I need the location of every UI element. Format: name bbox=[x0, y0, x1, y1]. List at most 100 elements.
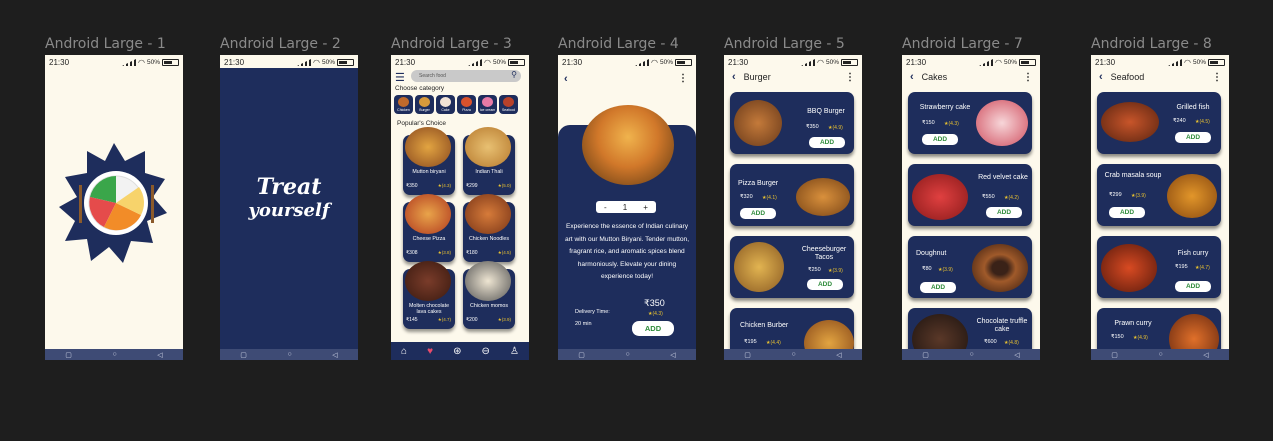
home-icon[interactable]: ○ bbox=[969, 351, 973, 358]
add-button[interactable]: ADD bbox=[807, 279, 843, 290]
offers-tab-icon[interactable]: ⊛ bbox=[453, 346, 461, 357]
home-icon[interactable]: ○ bbox=[1158, 351, 1162, 358]
add-button[interactable]: ADD bbox=[1109, 207, 1145, 218]
category-label: Seafood bbox=[501, 108, 516, 112]
food-image bbox=[734, 100, 782, 146]
back-arrow-icon[interactable]: ‹ bbox=[910, 71, 914, 83]
treat-yourself-logo: Treat yourself bbox=[220, 175, 358, 223]
add-button[interactable]: ADD bbox=[740, 208, 776, 219]
category-chicken[interactable]: Chicken bbox=[394, 95, 413, 114]
more-options-icon[interactable]: ⋮ bbox=[1023, 72, 1033, 83]
cart-tab-icon[interactable]: ⊖ bbox=[482, 346, 490, 357]
food-image bbox=[796, 178, 850, 216]
item-card-cheese-pizza[interactable]: Cheese Pizza ₹308 ★(3.8) bbox=[403, 194, 455, 262]
add-to-cart-button[interactable]: ADD bbox=[632, 321, 674, 336]
favorites-tab-icon[interactable]: ♥ bbox=[427, 346, 433, 357]
category-burger[interactable]: Burger bbox=[415, 95, 434, 114]
add-button[interactable]: ADD bbox=[922, 134, 958, 145]
recents-icon[interactable]: ▢ bbox=[578, 351, 585, 359]
back-icon[interactable]: ◁ bbox=[836, 351, 841, 359]
item-price: ₹350 bbox=[644, 298, 665, 308]
battery-percent: 50% bbox=[659, 59, 673, 66]
item-card-crab-masala-soup[interactable]: Crab masala soup ₹299 ★(3.9) ADD bbox=[1097, 164, 1221, 226]
item-card-strawberry-cake[interactable]: Strawberry cake ₹150 ★(4.3) ADD bbox=[908, 92, 1032, 154]
category-label: Ice cream bbox=[479, 108, 496, 112]
home-icon[interactable]: ○ bbox=[791, 351, 795, 358]
recents-icon[interactable]: ▢ bbox=[744, 351, 751, 359]
item-card-cheeseburger-tacos[interactable]: Cheeseburger Tacos ₹250 ★(3.9) ADD bbox=[730, 236, 854, 298]
home-icon[interactable]: ○ bbox=[112, 351, 116, 358]
item-rating: ★(4.4) bbox=[766, 340, 781, 346]
back-icon[interactable]: ◁ bbox=[157, 351, 162, 359]
wifi-icon: ◠ bbox=[484, 58, 491, 67]
more-options-icon[interactable]: ⋮ bbox=[678, 73, 688, 84]
biryani-image bbox=[582, 105, 674, 185]
search-icon[interactable]: ⚲ bbox=[511, 70, 517, 79]
item-card-bbq-burger[interactable]: BBQ Burger ₹350 ★(4.9) ADD bbox=[730, 92, 854, 154]
item-rating: ★(4.7) bbox=[437, 317, 451, 322]
item-card-grilled-fish[interactable]: Grilled fish ₹240 ★(4.5) ADD bbox=[1097, 92, 1221, 154]
qty-plus-button[interactable]: + bbox=[643, 203, 648, 212]
status-time: 21:30 bbox=[906, 58, 927, 67]
item-rating: ★(4.9) bbox=[1133, 335, 1148, 341]
quantity-stepper[interactable]: - 1 + bbox=[596, 201, 656, 213]
item-card-fish-curry[interactable]: Fish curry ₹195 ★(4.7) ADD bbox=[1097, 236, 1221, 298]
item-card-chicken-momos[interactable]: Chicken momos ₹200 ★(3.9) bbox=[463, 261, 515, 329]
signal-icon bbox=[979, 59, 993, 66]
add-button[interactable]: ADD bbox=[920, 282, 956, 293]
page-title: Seafood bbox=[1110, 72, 1145, 82]
battery-percent: 50% bbox=[146, 59, 160, 66]
more-options-icon[interactable]: ⋮ bbox=[845, 72, 855, 83]
signal-icon bbox=[468, 59, 482, 66]
category-seafood[interactable]: Seafood bbox=[499, 95, 518, 114]
add-button[interactable]: ADD bbox=[1175, 281, 1211, 292]
logo-text-yourself: yourself bbox=[248, 200, 330, 221]
back-icon[interactable]: ◁ bbox=[1203, 351, 1208, 359]
battery-icon bbox=[508, 59, 525, 66]
back-arrow-icon[interactable]: ‹ bbox=[1099, 71, 1103, 83]
recents-icon[interactable]: ▢ bbox=[240, 351, 247, 359]
recents-icon[interactable]: ▢ bbox=[65, 351, 72, 359]
back-icon[interactable]: ◁ bbox=[670, 351, 675, 359]
item-card-mutton-biryani[interactable]: Mutton biryani ₹350 ★(4.3) bbox=[403, 127, 455, 195]
category-label: Burger bbox=[419, 108, 430, 112]
recents-icon[interactable]: ▢ bbox=[1111, 351, 1118, 359]
hamburger-menu-icon[interactable]: ☰ bbox=[395, 71, 405, 84]
item-card-chicken-noodles[interactable]: Chicken Noodles ₹180 ★(4.5) bbox=[463, 194, 515, 262]
home-tab-icon[interactable]: ⌂ bbox=[401, 346, 407, 357]
food-image bbox=[465, 194, 511, 234]
add-button[interactable]: ADD bbox=[809, 137, 845, 148]
item-price: ₹195 bbox=[744, 339, 757, 345]
status-bar: 21:30 ◠ 50% bbox=[724, 55, 862, 68]
item-card-pizza-burger[interactable]: Pizza Burger ₹320 ★(4.1) ADD bbox=[730, 164, 854, 226]
home-icon[interactable]: ○ bbox=[287, 351, 291, 358]
item-rating: ★(3.9) bbox=[938, 267, 953, 273]
back-arrow-icon[interactable]: ‹ bbox=[732, 71, 736, 83]
recents-icon[interactable]: ▢ bbox=[922, 351, 929, 359]
more-options-icon[interactable]: ⋮ bbox=[1212, 72, 1222, 83]
item-rating: ★(4.1) bbox=[762, 195, 777, 201]
back-arrow-icon[interactable]: ‹ bbox=[564, 73, 568, 85]
search-input[interactable]: Search food ⚲ bbox=[411, 70, 521, 82]
item-price: ₹350 bbox=[806, 124, 819, 130]
home-icon[interactable]: ○ bbox=[625, 351, 629, 358]
profile-tab-icon[interactable]: ♙ bbox=[510, 346, 519, 357]
item-card-lava-cake[interactable]: Molten chocolate lava cakes ₹145 ★(4.7) bbox=[403, 261, 455, 329]
food-image bbox=[405, 194, 451, 234]
food-image bbox=[972, 244, 1028, 292]
qty-minus-button[interactable]: - bbox=[604, 203, 607, 212]
add-button[interactable]: ADD bbox=[986, 207, 1022, 218]
back-icon[interactable]: ◁ bbox=[332, 351, 337, 359]
add-button[interactable]: ADD bbox=[1175, 132, 1211, 143]
category-cake[interactable]: Cake bbox=[436, 95, 455, 114]
category-pizza[interactable]: Pizza bbox=[457, 95, 476, 114]
battery-icon bbox=[841, 59, 858, 66]
frame-label-3: Android Large - 3 bbox=[391, 36, 512, 52]
item-card-red-velvet-cake[interactable]: Red velvet cake ₹550 ★(4.2) ADD bbox=[908, 164, 1032, 226]
category-ice-cream[interactable]: Ice cream bbox=[478, 95, 497, 114]
item-card-indian-thali[interactable]: Indian Thali ₹299 ★(5.0) bbox=[463, 127, 515, 195]
plate-logo-icon bbox=[59, 143, 167, 263]
item-card-doughnut[interactable]: Doughnut ₹80 ★(3.9) ADD bbox=[908, 236, 1032, 298]
back-icon[interactable]: ◁ bbox=[1014, 351, 1019, 359]
page-title: Burger bbox=[743, 72, 771, 82]
